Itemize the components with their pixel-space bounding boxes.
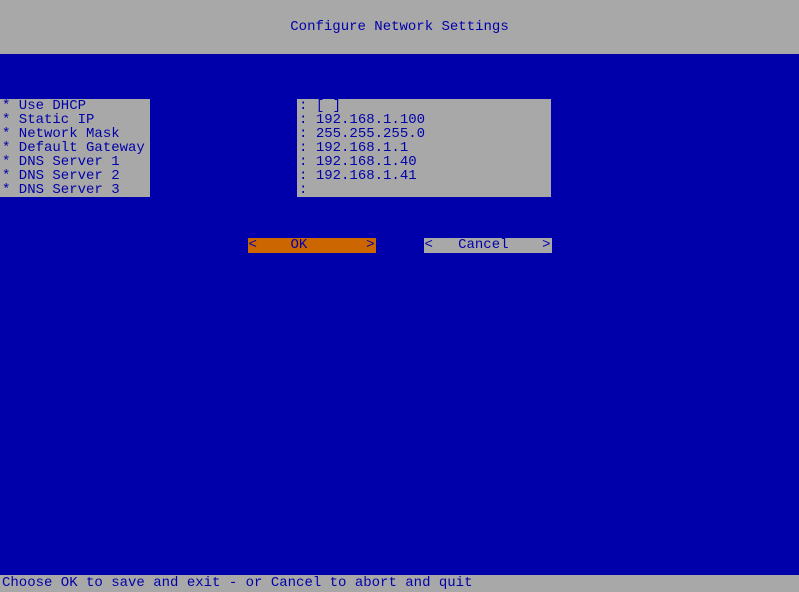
- ok-button[interactable]: < OK >: [248, 238, 376, 253]
- footer-bar: Choose OK to save and exit - or Cancel t…: [0, 575, 799, 592]
- cancel-button[interactable]: < Cancel >: [424, 238, 552, 253]
- label-dns-server-1[interactable]: * DNS Server 1: [0, 155, 150, 169]
- values-column: : [ ] : 192.168.1.100 : 255.255.255.0 : …: [297, 99, 551, 197]
- label-use-dhcp[interactable]: * Use DHCP: [0, 99, 150, 113]
- label-dns-server-3[interactable]: * DNS Server 3: [0, 183, 150, 197]
- label-default-gateway[interactable]: * Default Gateway: [0, 141, 150, 155]
- label-network-mask[interactable]: * Network Mask: [0, 127, 150, 141]
- label-dns-server-2[interactable]: * DNS Server 2: [0, 169, 150, 183]
- header-bar: Configure Network Settings: [0, 0, 799, 54]
- content-area: * Use DHCP * Static IP * Network Mask * …: [0, 54, 799, 99]
- value-dns-server-1[interactable]: : 192.168.1.40: [297, 155, 551, 169]
- value-dns-server-3[interactable]: :: [297, 183, 551, 197]
- buttons-row: < OK > < Cancel >: [0, 238, 799, 253]
- label-static-ip[interactable]: * Static IP: [0, 113, 150, 127]
- value-default-gateway[interactable]: : 192.168.1.1: [297, 141, 551, 155]
- labels-column: * Use DHCP * Static IP * Network Mask * …: [0, 99, 150, 197]
- value-network-mask[interactable]: : 255.255.255.0: [297, 127, 551, 141]
- page-title: Configure Network Settings: [290, 19, 508, 35]
- value-use-dhcp[interactable]: : [ ]: [297, 99, 551, 113]
- value-static-ip[interactable]: : 192.168.1.100: [297, 113, 551, 127]
- footer-hint: Choose OK to save and exit - or Cancel t…: [2, 575, 472, 591]
- value-dns-server-2[interactable]: : 192.168.1.41: [297, 169, 551, 183]
